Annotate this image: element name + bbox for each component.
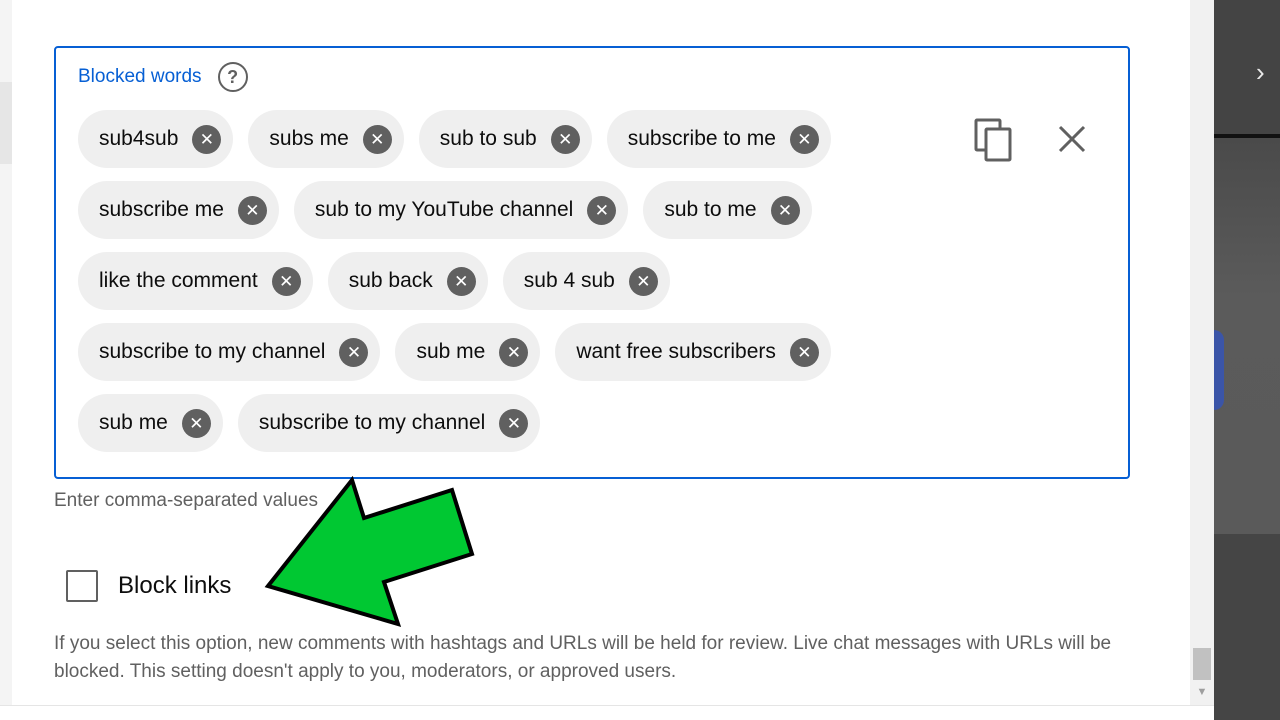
chip-row: sub4sub ✕ subs me ✕ sub to sub ✕ subscribe to …	[78, 110, 846, 168]
remove-word-icon[interactable]: ✕	[237, 195, 267, 225]
blocked-word-chip[interactable]: sub4sub ✕	[78, 110, 234, 168]
blocked-word-chip[interactable]: sub 4 sub ✕	[502, 252, 670, 310]
remove-word-icon[interactable]: ✕	[499, 337, 529, 367]
blocked-word-chip[interactable]: like the comment ✕	[78, 252, 313, 310]
chip-row: sub me ✕ subscribe to my channel ✕	[78, 394, 846, 452]
blocked-word-label: sub to sub	[439, 127, 537, 150]
block-links-label[interactable]: Block links	[118, 572, 231, 600]
blocked-word-chip[interactable]: sub to my YouTube channel ✕	[293, 181, 629, 239]
chip-row: subscribe to my channel ✕ sub me ✕ want free…	[78, 323, 846, 381]
block-links-description: If you select this option, new comments …	[54, 633, 1112, 682]
copy-icon[interactable]	[974, 118, 1014, 162]
blocked-word-label: want free subscribers	[576, 340, 776, 363]
remove-word-icon[interactable]: ✕	[789, 337, 819, 367]
background-figure	[1214, 330, 1224, 410]
green-arrow-annotation	[264, 476, 475, 627]
blocked-word-chip[interactable]: subscribe me ✕	[78, 181, 279, 239]
blocked-word-label: subscribe to my channel	[258, 411, 486, 434]
close-icon[interactable]	[1056, 122, 1088, 156]
remove-word-icon[interactable]: ✕	[628, 266, 658, 296]
remove-word-icon[interactable]: ✕	[446, 266, 476, 296]
blocked-words-header: Blocked words ?	[78, 62, 248, 92]
remove-word-icon[interactable]: ✕	[550, 124, 580, 154]
blocked-word-label: subscribe to me	[627, 127, 776, 150]
left-edge-panel	[0, 0, 12, 720]
background-video	[1214, 138, 1280, 534]
blocked-word-chip[interactable]: sub me ✕	[395, 323, 541, 381]
blocked-word-label: sub me	[99, 411, 168, 434]
scrollbar-track[interactable]	[1190, 0, 1214, 705]
remove-word-icon[interactable]: ✕	[271, 266, 301, 296]
chip-row: subscribe me ✕ sub to my YouTube channel ✕ s…	[78, 181, 846, 239]
blocked-words-label: Blocked words	[78, 66, 202, 87]
blocked-word-label: subscribe me	[99, 198, 224, 221]
background-video-area	[1214, 0, 1280, 720]
blocked-word-label: sub me	[416, 340, 486, 363]
blocked-word-label: subs me	[269, 127, 349, 150]
remove-word-icon[interactable]: ✕	[192, 124, 222, 154]
blocked-word-chip[interactable]: subscribe to me ✕	[606, 110, 831, 168]
blocked-word-label: subscribe to my channel	[99, 340, 326, 363]
blocked-word-chip[interactable]: subscribe to my channel ✕	[237, 394, 541, 452]
blocked-words-chip-list: sub4sub ✕ subs me ✕ sub to sub ✕ subscribe to …	[78, 110, 846, 465]
blocked-word-chip[interactable]: want free subscribers ✕	[555, 323, 831, 381]
scroll-down-arrow-icon[interactable]: ▼	[1194, 686, 1210, 698]
remove-word-icon[interactable]: ✕	[789, 124, 819, 154]
left-edge-tab	[0, 82, 12, 164]
blocked-word-label: sub back	[348, 269, 433, 292]
bottom-divider	[0, 705, 1214, 720]
blocked-word-chip[interactable]: subscribe to my channel ✕	[78, 323, 381, 381]
blocked-word-label: sub 4 sub	[523, 269, 615, 292]
remove-word-icon[interactable]: ✕	[499, 408, 529, 438]
block-links-checkbox[interactable]	[66, 570, 98, 602]
blocked-word-label: sub4sub	[99, 127, 179, 150]
remove-word-icon[interactable]: ✕	[362, 124, 392, 154]
help-circle-icon[interactable]: ?	[217, 62, 248, 92]
blocked-words-field[interactable]: Blocked words ? sub4sub ✕ subs me ✕ sub to s…	[54, 46, 1130, 479]
chevron-right-icon[interactable]: ›	[1256, 58, 1265, 86]
remove-word-icon[interactable]: ✕	[339, 337, 369, 367]
block-links-option[interactable]: Block links	[66, 570, 231, 602]
remove-word-icon[interactable]: ✕	[770, 195, 800, 225]
blocked-word-label: sub to my YouTube channel	[314, 198, 574, 221]
background-bottom	[1214, 534, 1280, 720]
background-top	[1214, 0, 1280, 135]
blocked-word-chip[interactable]: sub to me ✕	[643, 181, 812, 239]
scrollbar-thumb[interactable]	[1193, 648, 1211, 680]
blocked-word-label: like the comment	[99, 269, 258, 292]
remove-word-icon[interactable]: ✕	[587, 195, 617, 225]
blocked-word-chip[interactable]: sub me ✕	[78, 394, 223, 452]
blocked-word-chip[interactable]: subs me ✕	[248, 110, 404, 168]
blocked-word-chip[interactable]: sub to sub ✕	[418, 110, 592, 168]
blocked-word-label: sub to me	[664, 198, 757, 221]
chip-row: like the comment ✕ sub back ✕ sub 4 sub ✕	[78, 252, 846, 310]
blocked-word-chip[interactable]: sub back ✕	[327, 252, 488, 310]
remove-word-icon[interactable]: ✕	[181, 408, 211, 438]
